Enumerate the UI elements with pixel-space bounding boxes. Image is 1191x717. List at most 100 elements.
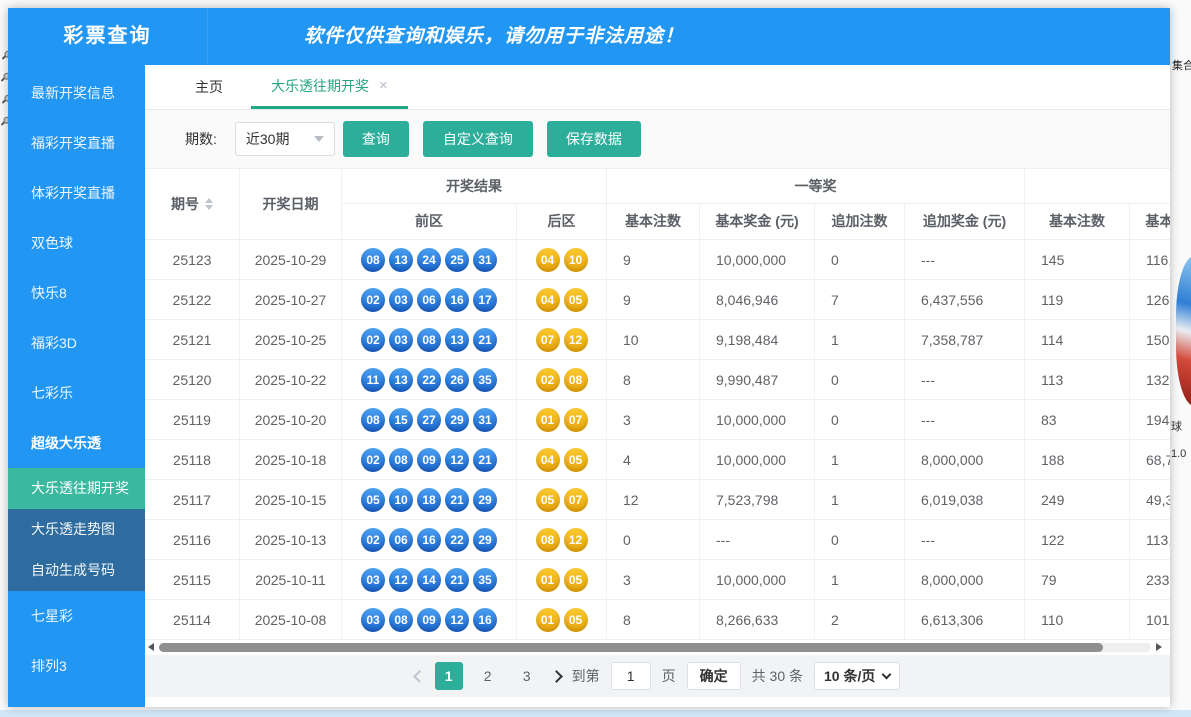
- front-ball: 06: [417, 288, 441, 312]
- horizontal-scrollbar: [145, 640, 1170, 655]
- sidebar-item-pailie3[interactable]: 排列3: [8, 641, 145, 691]
- front-ball: 05: [361, 488, 385, 512]
- value-cell: 7: [815, 280, 905, 319]
- value-cell: 10,000,000: [700, 240, 815, 279]
- value-cell: 233,: [1130, 560, 1170, 599]
- front-ball: 16: [417, 528, 441, 552]
- tab-past-draws-label: 大乐透往期开奖: [271, 76, 369, 96]
- front-ball: 08: [389, 608, 413, 632]
- value-cell: 49,3: [1130, 480, 1170, 519]
- prev-page-icon[interactable]: [413, 670, 426, 683]
- tab-home[interactable]: 主页: [167, 65, 251, 109]
- sidebar-item-latest-info[interactable]: 最新开奖信息: [8, 68, 145, 118]
- sidebar-item-fucai3d[interactable]: 福彩3D: [8, 318, 145, 368]
- back-ball: 04: [536, 448, 560, 472]
- taskbar-edge: [0, 710, 1191, 717]
- sidebar-item-super-lotto[interactable]: 超级大乐透: [8, 418, 145, 468]
- scroll-right-icon[interactable]: [1156, 643, 1162, 651]
- confirm-button[interactable]: 确定: [687, 662, 741, 690]
- page-unit-label: 页: [662, 666, 676, 686]
- front-balls: 0815272931: [342, 400, 517, 439]
- page-button-1[interactable]: 1: [435, 662, 463, 690]
- back-ball: 01: [536, 568, 560, 592]
- front-ball: 10: [389, 488, 413, 512]
- back-balls: 0712: [517, 320, 607, 359]
- back-balls: 0410: [517, 240, 607, 279]
- front-ball: 03: [389, 328, 413, 352]
- banner-text: 软件仅供查询和娱乐，请勿用于非法用途！: [208, 8, 780, 65]
- page-button-2[interactable]: 2: [474, 662, 502, 690]
- front-ball: 08: [389, 448, 413, 472]
- sidebar-item-ticai-live[interactable]: 体彩开奖直播: [8, 168, 145, 218]
- col-basic-count-2: 基本注数: [1025, 204, 1130, 239]
- value-cell: 122: [1025, 520, 1130, 559]
- sidebar-item-auto-generate[interactable]: 自动生成号码: [8, 550, 145, 591]
- col-issue[interactable]: 期号: [145, 169, 240, 239]
- page-button-3[interactable]: 3: [513, 662, 541, 690]
- value-cell: 249: [1025, 480, 1130, 519]
- next-page-icon[interactable]: [550, 670, 563, 683]
- app-window: 彩票查询 软件仅供查询和娱乐，请勿用于非法用途！ 最新开奖信息 福彩开奖直播 体…: [8, 8, 1170, 707]
- front-balls: 0206162229: [342, 520, 517, 559]
- page-size-select[interactable]: 10 条/页: [814, 662, 900, 690]
- custom-query-button[interactable]: 自定义查询: [423, 121, 533, 157]
- front-ball: 11: [361, 368, 385, 392]
- date-cell: 2025-10-15: [240, 480, 342, 519]
- col-issue-label: 期号: [171, 194, 199, 214]
- value-cell: 145: [1025, 240, 1130, 279]
- back-balls: 0107: [517, 400, 607, 439]
- col-back-zone: 后区: [517, 204, 607, 239]
- date-cell: 2025-10-25: [240, 320, 342, 359]
- value-cell: ---: [905, 400, 1025, 439]
- sort-icon[interactable]: [205, 198, 213, 210]
- sidebar-item-shuangseqiu[interactable]: 双色球: [8, 218, 145, 268]
- col-date: 开奖日期: [240, 169, 342, 239]
- front-ball: 21: [473, 328, 497, 352]
- value-cell: ---: [905, 520, 1025, 559]
- table-row: 251222025-10-270203061617040598,046,9467…: [145, 280, 1170, 320]
- date-cell: 2025-10-18: [240, 440, 342, 479]
- front-ball: 09: [417, 608, 441, 632]
- table-row: 251212025-10-2502030813210712109,198,484…: [145, 320, 1170, 360]
- sidebar-item-qicaile[interactable]: 七彩乐: [8, 368, 145, 418]
- value-cell: ---: [700, 520, 815, 559]
- period-select[interactable]: 近30期: [235, 122, 335, 156]
- scroll-left-icon[interactable]: [148, 643, 154, 651]
- col-bonus-prize: 追加奖金 (元): [905, 204, 1025, 239]
- value-cell: 8,266,633: [700, 600, 815, 639]
- page-size-value: 10 条/页: [824, 666, 875, 686]
- value-cell: 0: [607, 520, 700, 559]
- scrollbar-thumb[interactable]: [159, 643, 1103, 652]
- group-second-prize-label: [1025, 169, 1170, 204]
- value-cell: 113: [1025, 360, 1130, 399]
- query-button[interactable]: 查询: [343, 121, 409, 157]
- save-data-button[interactable]: 保存数据: [547, 121, 641, 157]
- value-cell: 8,046,946: [700, 280, 815, 319]
- sidebar-item-kuaile8[interactable]: 快乐8: [8, 268, 145, 318]
- front-ball: 15: [389, 408, 413, 432]
- value-cell: 0: [815, 360, 905, 399]
- front-ball: 14: [417, 568, 441, 592]
- back-ball: 04: [536, 288, 560, 312]
- value-cell: 0: [815, 400, 905, 439]
- chevron-down-icon: [314, 136, 324, 142]
- goto-page-input[interactable]: [611, 662, 651, 690]
- back-ball: 12: [564, 528, 588, 552]
- group-first-prize: 一等奖 基本注数 基本奖金 (元) 追加注数 追加奖金 (元): [607, 169, 1025, 239]
- table-row: 251162025-10-13020616222908120---0---122…: [145, 520, 1170, 560]
- goto-label: 到第: [572, 666, 600, 686]
- sidebar-item-qixingcai[interactable]: 七星彩: [8, 591, 145, 641]
- value-cell: 2: [815, 600, 905, 639]
- table-row: 251232025-10-2908132425310410910,000,000…: [145, 240, 1170, 280]
- sidebar-item-trend-chart[interactable]: 大乐透走势图: [8, 509, 145, 550]
- close-icon[interactable]: ×: [379, 78, 388, 93]
- back-ball: 02: [536, 368, 560, 392]
- sidebar-item-fucai-live[interactable]: 福彩开奖直播: [8, 118, 145, 168]
- back-ball: 01: [536, 608, 560, 632]
- sidebar-item-past-draws[interactable]: 大乐透往期开奖: [8, 468, 145, 509]
- date-cell: 2025-10-13: [240, 520, 342, 559]
- tab-past-draws[interactable]: 大乐透往期开奖 ×: [251, 65, 408, 109]
- back-ball: 05: [564, 608, 588, 632]
- main-content: 主页 大乐透往期开奖 × 期数: 近30期 查询 自定义查询 保存数据: [145, 65, 1170, 707]
- front-ball: 13: [445, 328, 469, 352]
